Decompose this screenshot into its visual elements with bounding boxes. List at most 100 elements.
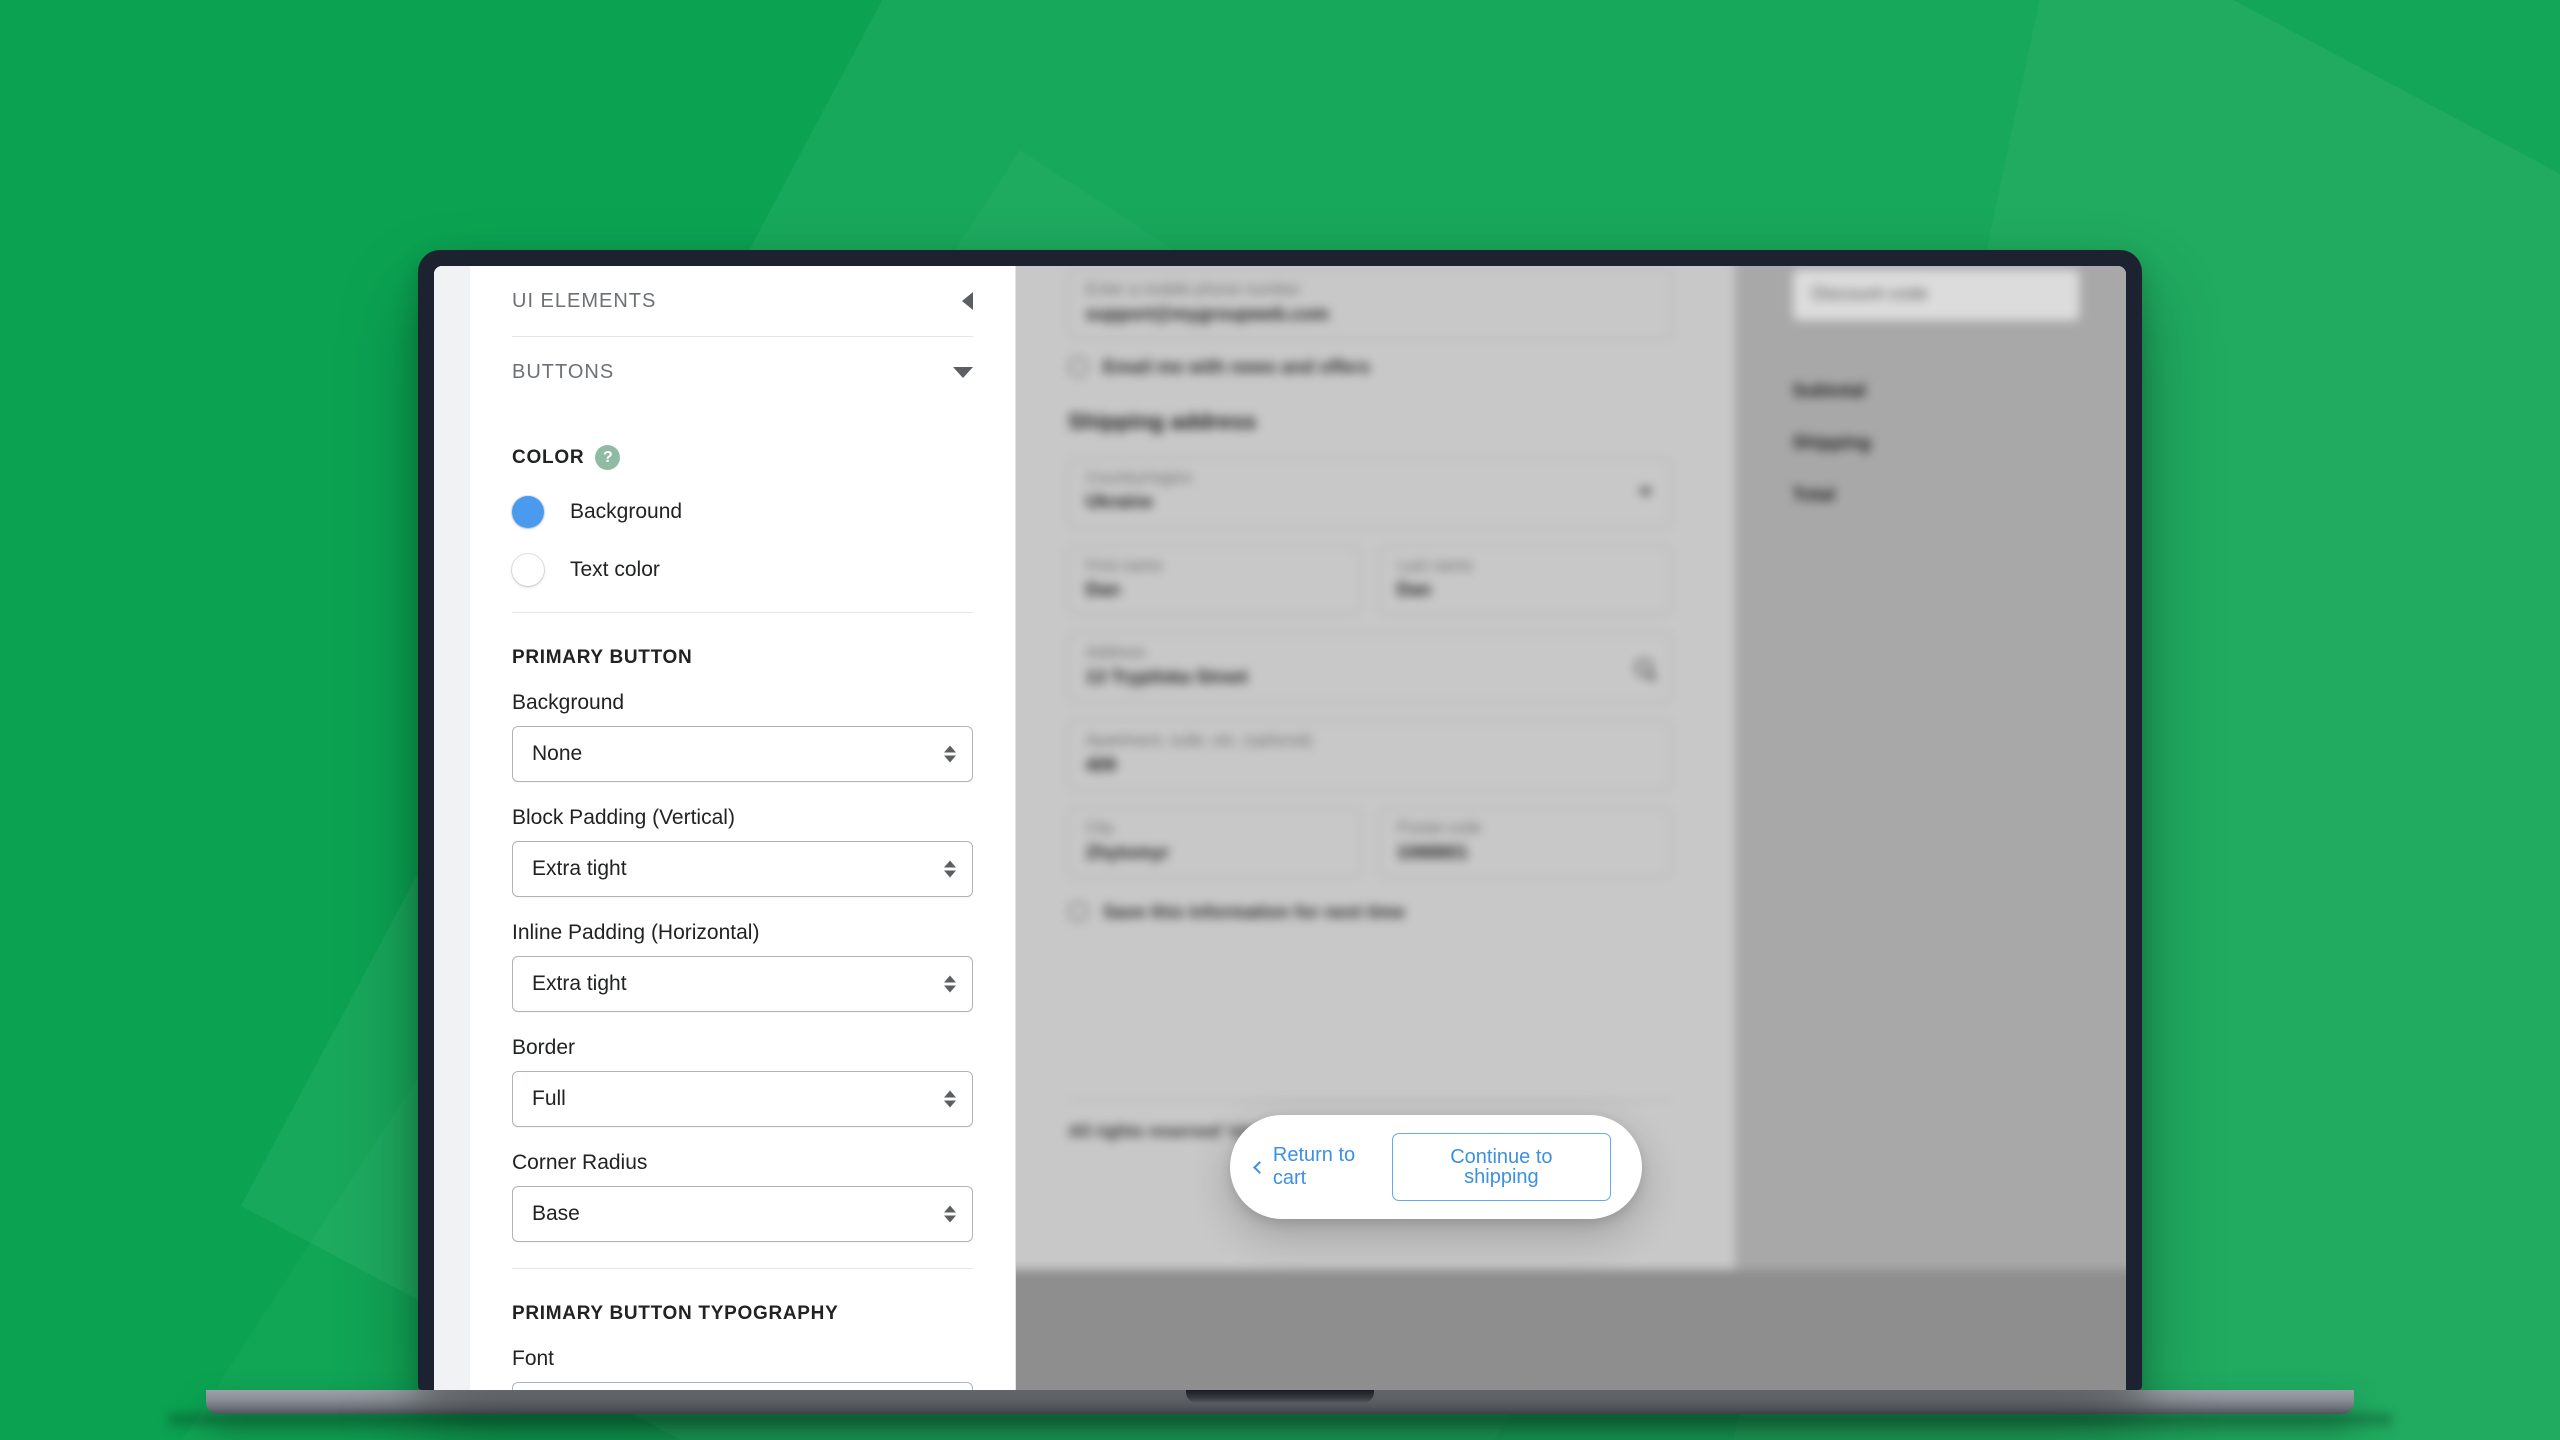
select-value: Base <box>532 1202 580 1225</box>
select-stepper-icon[interactable] <box>944 975 956 993</box>
theme-editor-sidebar: UI ELEMENTS BUTTONS COLOR ? Background T… <box>434 266 1016 1390</box>
preview-blur-layer: Enter a mobile phone number support@mygr… <box>1016 266 2126 1390</box>
field-label: Background <box>512 691 625 714</box>
divider <box>1068 1100 1672 1102</box>
order-summary-column: Discount code Subtotal Shipping Total <box>1735 266 2126 1270</box>
discount-code-placeholder: Discount code <box>1811 283 1929 304</box>
laptop-screen: UI ELEMENTS BUTTONS COLOR ? Background T… <box>434 266 2126 1390</box>
address-label: Address <box>1085 644 1146 663</box>
laptop-lid: UI ELEMENTS BUTTONS COLOR ? Background T… <box>418 250 2142 1390</box>
select-value: None <box>532 742 583 765</box>
laptop-trackpad-notch <box>1186 1390 1374 1403</box>
country-select[interactable]: Country/region Ukraine <box>1068 457 1672 528</box>
field-font: Font Primary <box>512 1347 973 1390</box>
continue-to-shipping-button[interactable]: Continue to shipping <box>1391 1133 1611 1201</box>
save-info-label: Save this information for next time <box>1102 901 1405 922</box>
summary-row-shipping: Shipping <box>1792 432 1871 453</box>
field-label: Corner Radius <box>512 1151 648 1174</box>
field-label: Font <box>512 1347 555 1370</box>
apartment-value: 409 <box>1085 754 1117 775</box>
background-color-swatch[interactable] <box>512 496 544 528</box>
select-stepper-icon[interactable] <box>944 1090 956 1108</box>
select-border[interactable]: Full <box>512 1071 973 1127</box>
background-swatch-label: Background <box>570 500 683 523</box>
color-group-header: COLOR ? <box>512 445 973 470</box>
field-label: Border <box>512 1036 576 1059</box>
postal-code-label: Postal code <box>1396 819 1482 838</box>
primary-button-group-title: PRIMARY BUTTON <box>512 647 693 668</box>
email-field[interactable]: Enter a mobile phone number support@mygr… <box>1068 269 1672 340</box>
summary-row-subtotal: Subtotal <box>1792 380 1866 401</box>
field-label: Block Padding (Vertical) <box>512 806 735 829</box>
select-corner-radius[interactable]: Base <box>512 1186 973 1242</box>
select-block-padding[interactable]: Extra tight <box>512 841 973 897</box>
divider <box>512 612 973 613</box>
color-swatch-text[interactable]: Text color <box>512 554 973 586</box>
sidebar-item-ui-elements[interactable]: UI ELEMENTS <box>512 266 973 336</box>
text-color-swatch[interactable] <box>512 554 544 586</box>
last-name-value: Dan <box>1396 579 1432 600</box>
city-value: Zhytomyr <box>1085 841 1170 863</box>
email-field-label: Enter a mobile phone number <box>1085 281 1301 299</box>
sidebar-content: UI ELEMENTS BUTTONS COLOR ? Background T… <box>470 266 1015 1390</box>
address-value: 13 Trypilska Street <box>1085 666 1248 688</box>
discount-code-input[interactable]: Discount code <box>1792 269 2080 322</box>
sidebar-rail <box>434 266 470 1390</box>
summary-row-total: Total <box>1792 484 1835 505</box>
field-background: Background None <box>512 691 973 782</box>
select-stepper-icon[interactable] <box>944 745 956 763</box>
city-field[interactable]: City Zhytomyr <box>1068 807 1361 878</box>
checkbox-icon[interactable] <box>1068 901 1089 923</box>
checkout-preview: Enter a mobile phone number support@mygr… <box>1016 266 2126 1390</box>
triangle-down-icon[interactable] <box>953 366 973 378</box>
newsletter-label: Email me with news and offers <box>1102 356 1371 377</box>
chevron-left-icon <box>1253 1160 1266 1174</box>
triangle-left-icon[interactable] <box>962 292 973 310</box>
sidebar-item-buttons[interactable]: BUTTONS <box>512 337 973 407</box>
save-info-checkbox[interactable]: Save this information for next time <box>1068 901 1672 923</box>
country-label: Country/region <box>1085 469 1193 488</box>
buttons-label: BUTTONS <box>512 360 615 383</box>
select-stepper-icon[interactable] <box>944 860 956 878</box>
first-name-value: Dan <box>1085 579 1121 600</box>
select-value: Extra tight <box>532 972 627 995</box>
chevron-down-icon[interactable] <box>1638 488 1653 497</box>
backdrop: UI ELEMENTS BUTTONS COLOR ? Background T… <box>0 0 2560 1440</box>
select-value: Extra tight <box>532 857 627 880</box>
ui-elements-label: UI ELEMENTS <box>512 289 657 312</box>
color-group-label: COLOR <box>512 446 585 468</box>
postal-code-field[interactable]: Postal code 1088801 <box>1379 807 1672 878</box>
return-to-cart-label: Return to cart <box>1272 1144 1356 1189</box>
text-color-swatch-label: Text color <box>570 558 660 581</box>
field-block-padding: Block Padding (Vertical) Extra tight <box>512 806 973 897</box>
color-swatch-background[interactable]: Background <box>512 496 973 528</box>
checkout-actions-spotlight: Return to cart Continue to shipping <box>1230 1115 1642 1219</box>
country-value: Ukraine <box>1085 491 1153 513</box>
select-font[interactable]: Primary <box>512 1382 973 1390</box>
laptop-shadow <box>168 1414 2392 1432</box>
newsletter-checkbox[interactable]: Email me with news and offers <box>1068 357 1672 378</box>
field-corner-radius: Corner Radius Base <box>512 1151 973 1242</box>
divider <box>512 1268 973 1269</box>
last-name-label: Last name <box>1396 557 1473 575</box>
search-icon[interactable] <box>1635 658 1653 677</box>
last-name-field[interactable]: Last name Dan <box>1379 545 1672 616</box>
question-mark-icon[interactable]: ? <box>595 445 621 470</box>
laptop-mockup: UI ELEMENTS BUTTONS COLOR ? Background T… <box>168 250 2392 1432</box>
address-field[interactable]: Address 13 Trypilska Street <box>1068 632 1672 703</box>
field-inline-padding: Inline Padding (Horizontal) Extra tight <box>512 921 973 1012</box>
return-to-cart-link[interactable]: Return to cart <box>1253 1144 1392 1190</box>
email-field-value: support@mygroupweb.com <box>1085 303 1329 324</box>
first-name-label: First name <box>1085 557 1163 575</box>
select-value: Full <box>532 1087 566 1110</box>
apartment-field[interactable]: Apartment, suite, etc. (optional) 409 <box>1068 720 1672 791</box>
field-border: Border Full <box>512 1036 973 1127</box>
select-stepper-icon[interactable] <box>944 1205 956 1223</box>
apartment-label: Apartment, suite, etc. (optional) <box>1085 732 1313 750</box>
first-name-field[interactable]: First name Dan <box>1068 545 1361 616</box>
select-background[interactable]: None <box>512 726 973 782</box>
select-inline-padding[interactable]: Extra tight <box>512 956 973 1012</box>
city-label: City <box>1085 819 1114 838</box>
postal-code-value: 1088801 <box>1396 841 1469 863</box>
checkbox-icon[interactable] <box>1068 357 1089 378</box>
